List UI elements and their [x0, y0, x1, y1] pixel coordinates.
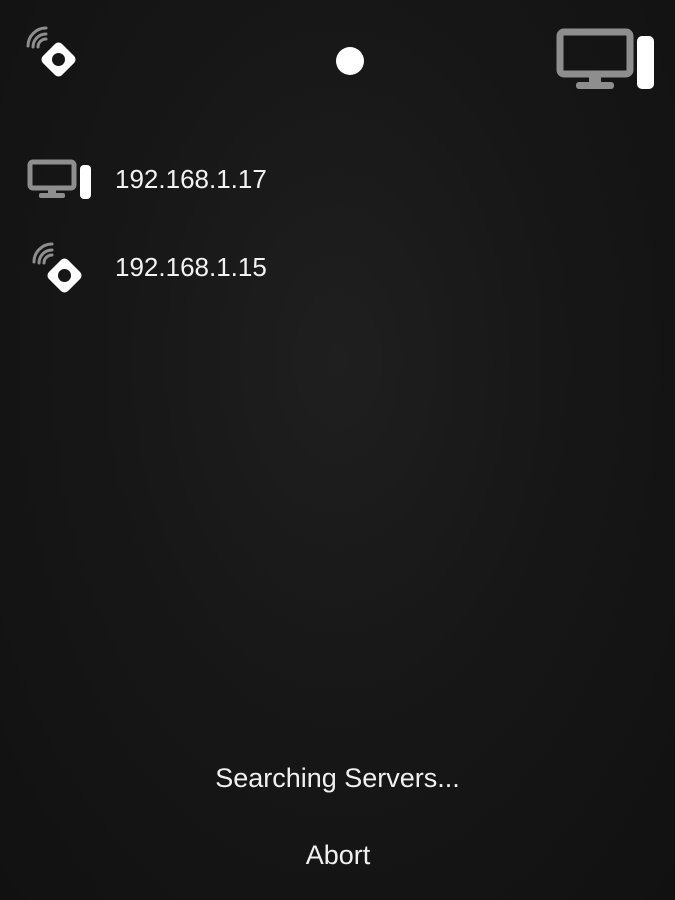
server-address: 192.168.1.17 — [115, 164, 267, 194]
server-list: 192.168.1.17 192.168.1.15 — [0, 140, 675, 316]
computer-icon — [26, 154, 94, 206]
remote-control-icon[interactable] — [22, 24, 82, 82]
server-item-192-168-1-15[interactable]: 192.168.1.15 — [0, 228, 675, 316]
status-indicator-dot — [336, 47, 364, 75]
remote-control-icon — [26, 242, 94, 294]
server-item-192-168-1-17[interactable]: 192.168.1.17 — [0, 140, 675, 228]
computer-icon[interactable] — [556, 28, 658, 92]
searching-status-text: Searching Servers... — [215, 763, 460, 793]
server-address: 192.168.1.15 — [115, 252, 267, 282]
abort-button[interactable]: Abort — [287, 835, 389, 875]
top-bar — [0, 0, 675, 120]
